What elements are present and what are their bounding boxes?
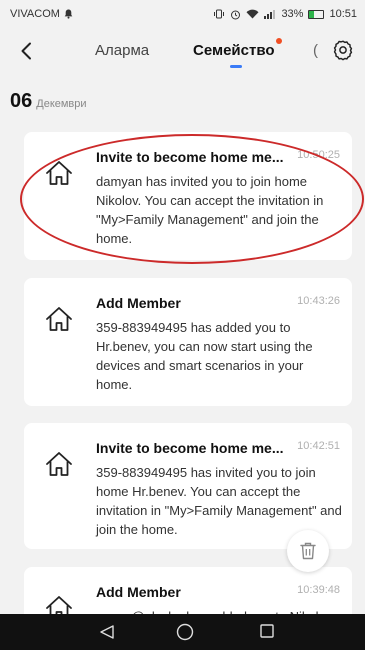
message-body: 359-883949495 has added you to Hr.benev,…: [96, 320, 313, 392]
home-icon: [46, 452, 72, 476]
back-button[interactable]: [12, 36, 40, 66]
battery-icon: [308, 9, 325, 19]
message-title: Add Member: [96, 295, 181, 311]
nav-home-circle-icon[interactable]: [176, 623, 194, 641]
message-time: 10:43:26: [297, 295, 340, 307]
message-title: Invite to become home me...: [96, 149, 284, 165]
message-time: 10:42:51: [297, 440, 340, 452]
message-title: Invite to become home me...: [96, 440, 284, 456]
delete-messages-button[interactable]: [287, 530, 329, 572]
active-tab-indicator: [230, 65, 242, 68]
home-icon: [46, 307, 72, 331]
date-group-header: 06 Декември: [10, 90, 87, 113]
tab-family[interactable]: Семейство: [193, 42, 275, 59]
date-month: Декември: [36, 98, 87, 110]
message-body: 359-883949495 has invited you to join ho…: [96, 465, 342, 537]
settings-button[interactable]: [331, 38, 355, 62]
home-icon: [46, 161, 72, 185]
vibrate-icon: [214, 9, 225, 19]
tab-partial[interactable]: (: [313, 42, 318, 59]
nav-back-triangle-icon[interactable]: [99, 624, 115, 640]
notification-bell-icon: [64, 9, 73, 19]
message-time: 10:50:25: [297, 149, 340, 161]
tab-alarm[interactable]: Аларма: [95, 42, 149, 59]
date-day: 06: [10, 90, 33, 112]
status-time: 10:51: [329, 8, 357, 20]
battery-percent: 33%: [281, 8, 304, 20]
unread-badge-dot: [276, 38, 282, 44]
trash-icon: [300, 542, 316, 560]
top-navigation: Аларма Семейство (: [0, 28, 365, 74]
alarm-clock-icon: [231, 10, 241, 19]
gear-icon: [333, 40, 353, 61]
message-card[interactable]: Invite to become home me... 10:50:25 dam…: [24, 132, 352, 260]
status-bar: VIVACOM 33% 10:51: [0, 0, 365, 28]
message-title: Add Member: [96, 584, 181, 600]
chevron-left-icon: [21, 42, 31, 60]
message-card[interactable]: Add Member 10:43:26 359-883949495 has ad…: [24, 278, 352, 406]
message-time: 10:39:48: [297, 584, 340, 596]
status-left: VIVACOM: [10, 8, 73, 20]
status-right: 33% 10:51: [213, 8, 357, 20]
carrier-name: VIVACOM: [10, 8, 60, 20]
message-body: damyan has invited you to join home Niko…: [96, 174, 324, 246]
nav-recent-apps-icon[interactable]: [260, 624, 274, 638]
system-navigation-bar: [0, 614, 365, 650]
signal-icon: [264, 10, 276, 19]
wifi-icon: [246, 9, 259, 19]
